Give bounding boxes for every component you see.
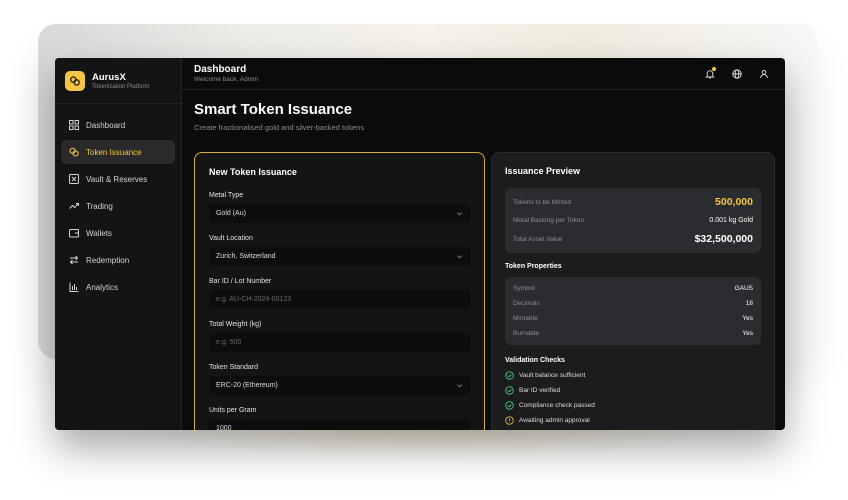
tokens-minted-label: Tokens to be Minted <box>513 198 572 206</box>
property-row: Mintable Yes <box>513 315 753 322</box>
property-label: Decimals <box>513 300 540 307</box>
sidebar-item-label: Dashboard <box>86 120 126 130</box>
chevron-down-icon <box>457 384 462 388</box>
total-weight-label: Total Weight (kg) <box>209 321 262 328</box>
sidebar-item-label: Vault & Reserves <box>86 174 148 184</box>
brand-subtitle: Tokenization Platform <box>92 83 150 90</box>
logo-icon <box>65 70 85 91</box>
chevron-down-icon <box>457 255 462 259</box>
check-circle-icon <box>505 401 514 410</box>
topbar-subtitle: Welcome back, Admin <box>194 76 259 83</box>
trend-icon <box>69 201 79 211</box>
sidebar-item-wallets[interactable]: Wallets <box>61 221 175 245</box>
sidebar-item-label: Token Issuance <box>86 147 142 157</box>
vault-location-select[interactable]: Zurich, Switzerland <box>209 247 470 266</box>
check-circle-icon <box>505 371 514 380</box>
validation-label: Bar ID verified <box>519 387 561 394</box>
metal-backing-label: Metal Backing per Token <box>513 217 585 224</box>
sidebar-item-redemption[interactable]: Redemption <box>61 248 175 272</box>
vault-location-value: Zurich, Switzerland <box>216 253 276 260</box>
brand-name: AurusX <box>92 71 126 83</box>
asset-value-label: Total Asset Value <box>513 235 563 243</box>
units-per-gram-value: 1000 <box>216 425 232 430</box>
new-token-form: New Token Issuance Metal Type Gold (Au) … <box>194 152 485 430</box>
bell-icon[interactable] <box>703 66 717 81</box>
sidebar: AurusX Tokenization Platform Dashboard T… <box>55 58 182 430</box>
property-label: Symbol <box>513 285 535 292</box>
vault-icon <box>69 174 79 184</box>
user-icon[interactable] <box>757 67 771 81</box>
topbar-title: Dashboard <box>194 64 247 75</box>
sidebar-item-trading[interactable]: Trading <box>61 194 175 218</box>
bar-id-placeholder: e.g. AU-CH-2024-00123 <box>216 296 292 303</box>
grid-icon <box>69 120 79 130</box>
validation-label: Compliance check passed <box>519 402 595 409</box>
validation-item: Bar ID verified <box>505 386 761 395</box>
validation-item: Compliance check passed <box>505 401 761 410</box>
tokens-minted-value: 500,000 <box>715 196 753 208</box>
units-per-gram-label: Units per Gram <box>209 407 257 414</box>
coins-icon <box>69 147 79 157</box>
validation-title: Validation Checks <box>505 357 565 364</box>
property-value: Yes <box>742 315 753 322</box>
vault-location-label: Vault Location <box>209 235 253 242</box>
total-weight-placeholder: e.g. 500 <box>216 339 242 346</box>
check-circle-icon <box>505 386 514 395</box>
token-standard-label: Token Standard <box>209 364 259 371</box>
globe-icon[interactable] <box>730 67 744 81</box>
issuance-summary: Tokens to be Minted 500,000 Metal Backin… <box>505 188 761 253</box>
metal-type-label: Metal Type <box>209 192 244 199</box>
total-weight-input[interactable]: e.g. 500 <box>209 333 470 352</box>
topbar: Dashboard Welcome back, Admin <box>182 58 785 90</box>
preview-title: Issuance Preview <box>505 166 581 176</box>
sidebar-item-dashboard[interactable]: Dashboard <box>61 113 175 137</box>
sidebar-item-token-issuance[interactable]: Token Issuance <box>61 140 175 164</box>
validation-item: Awaiting admin approval <box>505 416 761 425</box>
issuance-preview: Issuance Preview Tokens to be Minted 500… <box>491 152 775 430</box>
property-row: Burnable Yes <box>513 330 753 337</box>
property-row: Symbol GAUS <box>513 285 753 292</box>
validation-label: Vault balance sufficient <box>519 372 586 379</box>
bar-id-input[interactable]: e.g. AU-CH-2024-00123 <box>209 290 470 309</box>
sidebar-nav: Dashboard Token Issuance Vault & Reserve… <box>55 104 181 311</box>
sidebar-item-label: Wallets <box>86 228 112 238</box>
chevron-down-icon <box>457 212 462 216</box>
token-properties-title: Token Properties <box>505 263 562 270</box>
metal-type-value: Gold (Au) <box>216 210 246 217</box>
sidebar-item-label: Analytics <box>86 282 119 292</box>
property-label: Mintable <box>513 315 538 322</box>
property-label: Burnable <box>513 330 540 337</box>
sidebar-item-analytics[interactable]: Analytics <box>61 275 175 299</box>
page-title: Smart Token Issuance <box>194 101 353 118</box>
bar-id-label: Bar ID / Lot Number <box>209 278 272 285</box>
property-value: Yes <box>742 330 753 337</box>
property-value: GAUS <box>734 285 753 292</box>
sidebar-item-label: Trading <box>86 201 113 211</box>
pending-icon <box>505 416 514 425</box>
property-row: Decimals 18 <box>513 300 753 307</box>
main-content: Dashboard Welcome back, Admin Smart Toke… <box>182 58 785 430</box>
units-per-gram-input[interactable]: 1000 <box>209 419 470 430</box>
sidebar-item-label: Redemption <box>86 255 130 265</box>
wallet-icon <box>69 228 79 238</box>
notification-dot <box>712 66 716 71</box>
form-title: New Token Issuance <box>209 167 297 177</box>
sidebar-item-vault-reserves[interactable]: Vault & Reserves <box>61 167 175 191</box>
metal-backing-value: 0.001 kg Gold <box>709 217 753 224</box>
validation-label: Awaiting admin approval <box>519 417 590 424</box>
bar-chart-icon <box>69 282 79 292</box>
page-subtitle: Create fractionalised gold and silver-ba… <box>194 123 365 132</box>
property-value: 18 <box>745 300 753 307</box>
swap-icon <box>69 255 79 265</box>
token-standard-select[interactable]: ERC-20 (Ethereum) <box>209 376 470 395</box>
metal-type-select[interactable]: Gold (Au) <box>209 204 470 223</box>
token-standard-value: ERC-20 (Ethereum) <box>216 382 278 389</box>
brand: AurusX Tokenization Platform <box>55 58 181 104</box>
asset-value: $32,500,000 <box>694 233 753 245</box>
validation-item: Vault balance sufficient <box>505 371 761 380</box>
token-properties: Symbol GAUS Decimals 18 Mintable Yes Bur… <box>505 277 761 345</box>
app-window: AurusX Tokenization Platform Dashboard T… <box>55 58 785 430</box>
